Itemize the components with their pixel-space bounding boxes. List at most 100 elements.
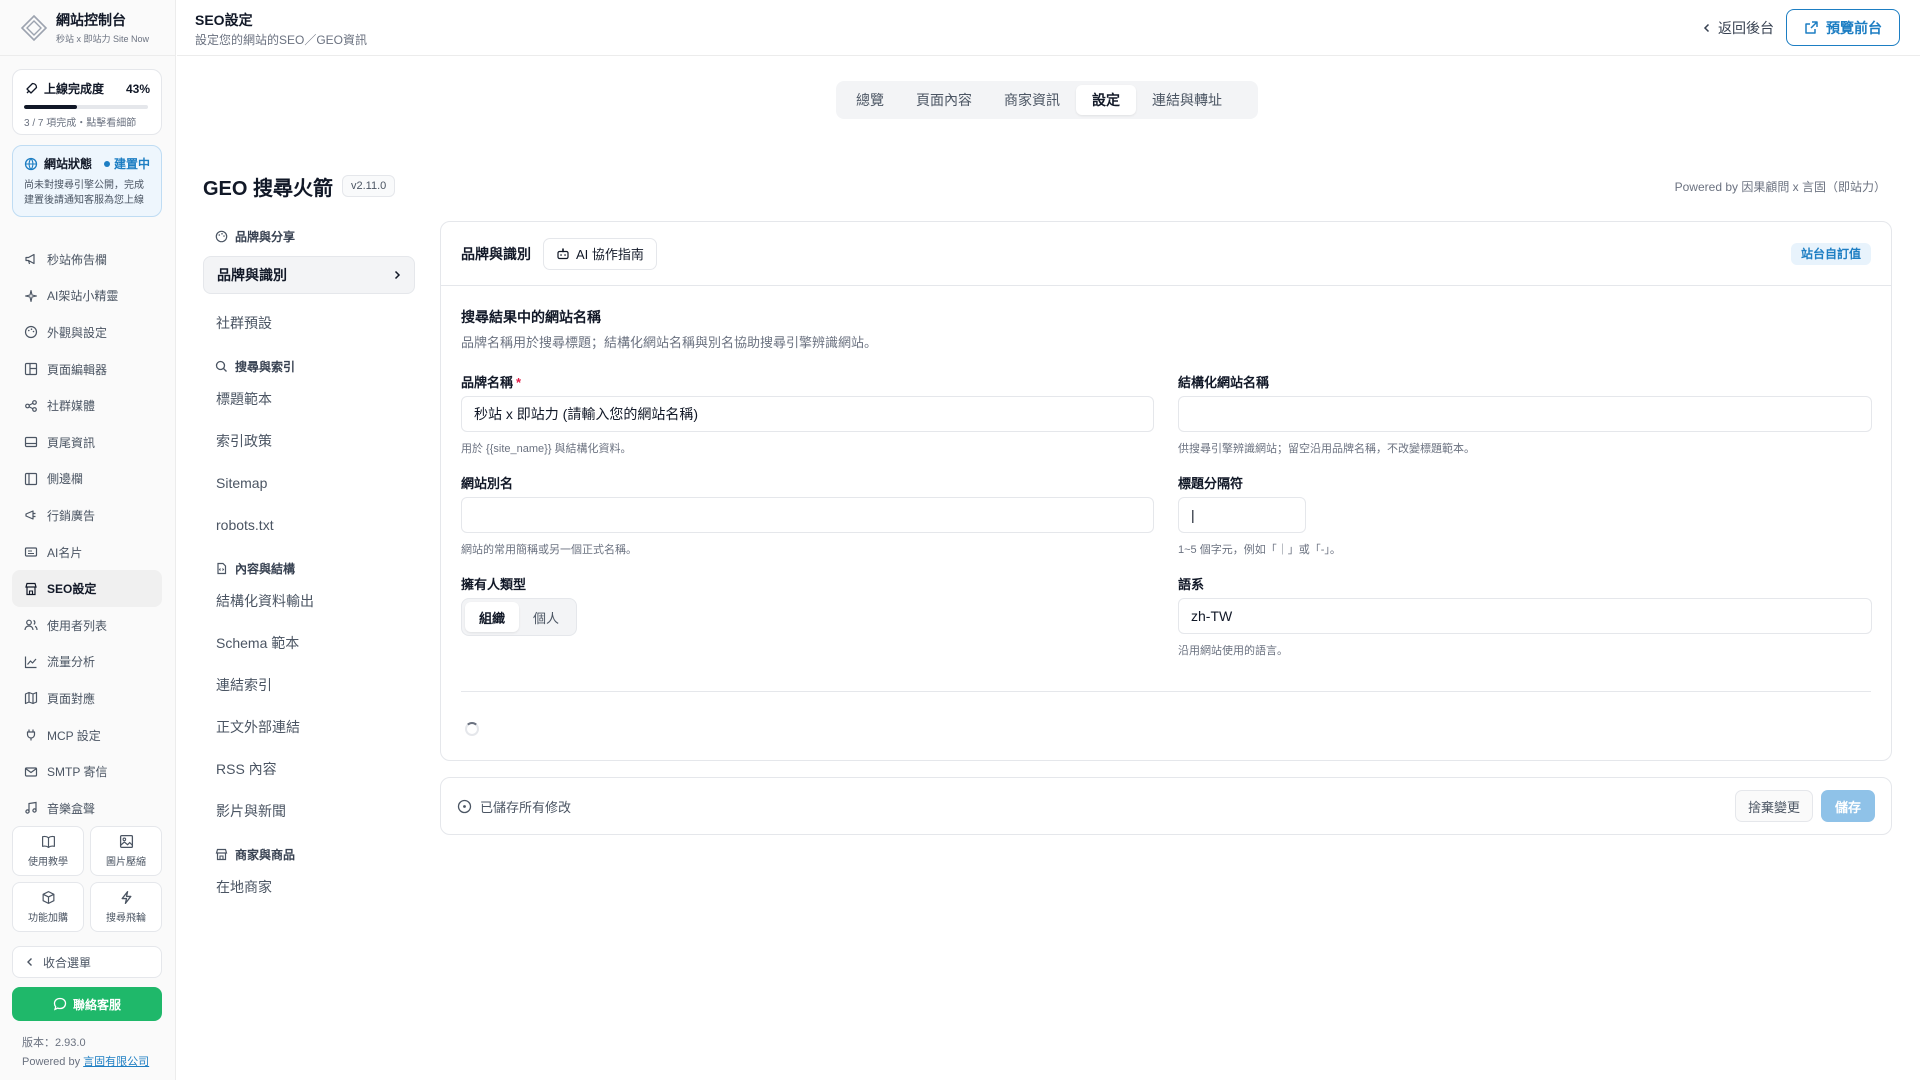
file-code-icon	[217, 562, 227, 574]
sidebar-item[interactable]: 流量分析	[12, 644, 162, 681]
quick-tile[interactable]: 搜尋飛輪	[90, 882, 162, 932]
status-text: 尚未對搜尋引擎公開，完成建置後請通知客服為您上線	[24, 180, 144, 206]
sidebar-item[interactable]: 側邊欄	[12, 461, 162, 498]
chevron-right-icon	[394, 270, 401, 280]
top-tab[interactable]: 設定	[1076, 85, 1136, 115]
sidebar-item-label: 使用者列表	[47, 618, 108, 633]
save-status: 已儲存所有修改	[457, 797, 571, 816]
sidebar-item-label: 頁面對應	[47, 691, 96, 706]
quick-tile-label: 功能加購	[28, 913, 68, 924]
sidebar-item[interactable]: 頁尾資訊	[12, 424, 162, 461]
sidebar-item[interactable]: 外觀與設定	[12, 314, 162, 351]
alias-input[interactable]	[461, 497, 1154, 533]
sidebar: 網站控制台 秒站 x 即站力 Site Now 上線完成度 43% 3 / 7 …	[0, 0, 176, 1080]
separator-input[interactable]: |	[1178, 497, 1306, 533]
chevron-left-icon	[27, 958, 32, 966]
page-header: SEO設定 設定您的網站的SEO／GEO資訊 返回後台 預覽前台	[177, 0, 1920, 56]
owner-type-organization[interactable]: 組織	[465, 602, 520, 632]
sidebar-item-label: 頁面編輯器	[47, 362, 108, 377]
brand-header[interactable]: 網站控制台 秒站 x 即站力 Site Now	[0, 0, 175, 56]
subnav-item-label: 在地商家	[216, 879, 272, 895]
subnav-item-social-defaults[interactable]: 社群預設	[203, 302, 415, 344]
quick-tile-label: 圖片壓縮	[106, 857, 146, 868]
top-tab[interactable]: 商家資訊	[988, 85, 1076, 115]
rocket-icon	[26, 82, 38, 94]
top-tab[interactable]: 頁面內容	[900, 85, 988, 115]
quick-tile[interactable]: 使用教學	[12, 826, 84, 876]
loading-spinner-icon	[465, 722, 479, 736]
sidebar-item[interactable]: 行銷廣告	[12, 497, 162, 534]
contact-support-label: 聯絡客服	[72, 997, 121, 1012]
subnav-item-structured-data[interactable]: 結構化資料輸出	[203, 580, 415, 622]
sidebar-item-label: SEO設定	[47, 582, 97, 597]
sidebar-item[interactable]: AI名片	[12, 534, 162, 571]
progress-note: 3 / 7 項完成・點擊看細節	[24, 118, 137, 129]
subnav-item-schema-template[interactable]: Schema 範本	[203, 622, 415, 664]
brand-identity-card: 品牌與識別 AI 協作指南 站台自訂值 搜尋結果中的網站名稱 品牌名稱用於搜尋標…	[440, 221, 1892, 761]
sidebar-item-label: AI名片	[47, 545, 83, 560]
seo-icon	[25, 582, 37, 595]
subnav-group-content: 內容與結構	[203, 556, 415, 580]
sidebar-item[interactable]: 社群媒體	[12, 387, 162, 424]
subnav-group-merchant: 商家與商品	[203, 842, 415, 866]
section-description: 品牌名稱用於搜尋標題；結構化網站名稱與別名協助搜尋引擎辨識網站。	[461, 335, 878, 350]
quick-tile-label: 使用教學	[28, 857, 68, 868]
sidebar-item[interactable]: SEO設定	[12, 570, 162, 607]
language-input[interactable]: zh-TW	[1178, 598, 1872, 634]
brand-name-hint: 用於 {{site_name}} 與結構化資料。	[461, 443, 632, 455]
powered-by-footer: Powered by 言固有限公司	[22, 1053, 149, 1069]
sidebar-item[interactable]: 使用者列表	[12, 607, 162, 644]
sidebar-item[interactable]: 頁面對應	[12, 680, 162, 717]
collapse-menu-button[interactable]: 收合選單	[12, 946, 162, 978]
sidebar-item[interactable]: 頁面編輯器	[12, 351, 162, 388]
preview-frontend-button[interactable]: 預覽前台	[1786, 9, 1900, 46]
sidebar-item-label: 外觀與設定	[47, 325, 108, 340]
palette-icon	[215, 230, 228, 242]
sidebar-item[interactable]: SMTP 寄信	[12, 753, 162, 790]
sidebar-item-label: 社群媒體	[47, 399, 96, 414]
ai-guide-label: AI 協作指南	[576, 247, 644, 262]
sidebar-item[interactable]: AI架站小精靈	[12, 278, 162, 315]
top-tab[interactable]: 總覽	[840, 85, 900, 115]
ai-guide-button[interactable]: AI 協作指南	[543, 237, 657, 270]
subnav-item-title-template[interactable]: 標題範本	[203, 378, 415, 420]
back-to-admin-label: 返回後台	[1718, 20, 1774, 36]
sidebar-icon	[24, 472, 38, 485]
owner-type-individual[interactable]: 個人	[519, 602, 573, 632]
subnav-item-brand-identity[interactable]: 品牌與識別	[203, 256, 415, 294]
section-title: 搜尋結果中的網站名稱	[461, 309, 601, 325]
back-to-admin-link[interactable]: 返回後台	[1702, 18, 1774, 38]
quick-tile[interactable]: 圖片壓縮	[90, 826, 162, 876]
launch-progress-card[interactable]: 上線完成度 43% 3 / 7 項完成・點擊看細節	[12, 69, 162, 135]
subnav-item-rss[interactable]: RSS 內容	[203, 748, 415, 790]
language-label: 語系	[1178, 577, 1205, 592]
top-tab[interactable]: 連結與轉址	[1136, 85, 1238, 115]
status-badge: 建置中	[103, 155, 150, 172]
subnav-item-external-links[interactable]: 正文外部連結	[203, 706, 415, 748]
brand-name-input[interactable]: 秒站 x 即站力 (請輸入您的網站名稱)	[461, 396, 1154, 432]
subnav-item-local-business[interactable]: 在地商家	[203, 866, 415, 908]
quick-tile[interactable]: 功能加購	[12, 882, 84, 932]
subnav-item-index-policy[interactable]: 索引政策	[203, 420, 415, 462]
company-link[interactable]: 言固有限公司	[83, 1056, 149, 1068]
footer-icon	[24, 437, 38, 448]
sidebar-item[interactable]: MCP 設定	[12, 717, 162, 754]
progress-title: 上線完成度	[44, 82, 105, 96]
contact-support-button[interactable]: 聯絡客服	[12, 987, 162, 1021]
brand-name-label: 品牌名稱 *	[461, 372, 521, 391]
sidebar-item[interactable]: 秒站佈告欄	[12, 241, 162, 278]
subnav-item-sitemap[interactable]: Sitemap	[203, 462, 415, 504]
subnav-item-link-index[interactable]: 連結索引	[203, 664, 415, 706]
subnav-item-label: robots.txt	[216, 517, 274, 533]
sidebar-item-label: SMTP 寄信	[47, 765, 108, 780]
discard-changes-button[interactable]: 捨棄變更	[1734, 790, 1813, 822]
save-button[interactable]: 儲存	[1820, 790, 1875, 822]
collapse-menu-label: 收合選單	[43, 955, 92, 970]
subnav-item-video-news[interactable]: 影片與新聞	[203, 790, 415, 832]
subnav-item-robots[interactable]: robots.txt	[203, 504, 415, 546]
top-tabs: 總覽 頁面內容 商家資訊 設定 連結與轉址	[836, 81, 1258, 119]
language-hint: 沿用網站使用的語言。	[1178, 645, 1288, 657]
structured-name-input[interactable]	[1178, 396, 1872, 432]
subnav-group-brand: 品牌與分享	[203, 224, 415, 248]
sidebar-item[interactable]: 音樂盒聲	[12, 790, 162, 827]
